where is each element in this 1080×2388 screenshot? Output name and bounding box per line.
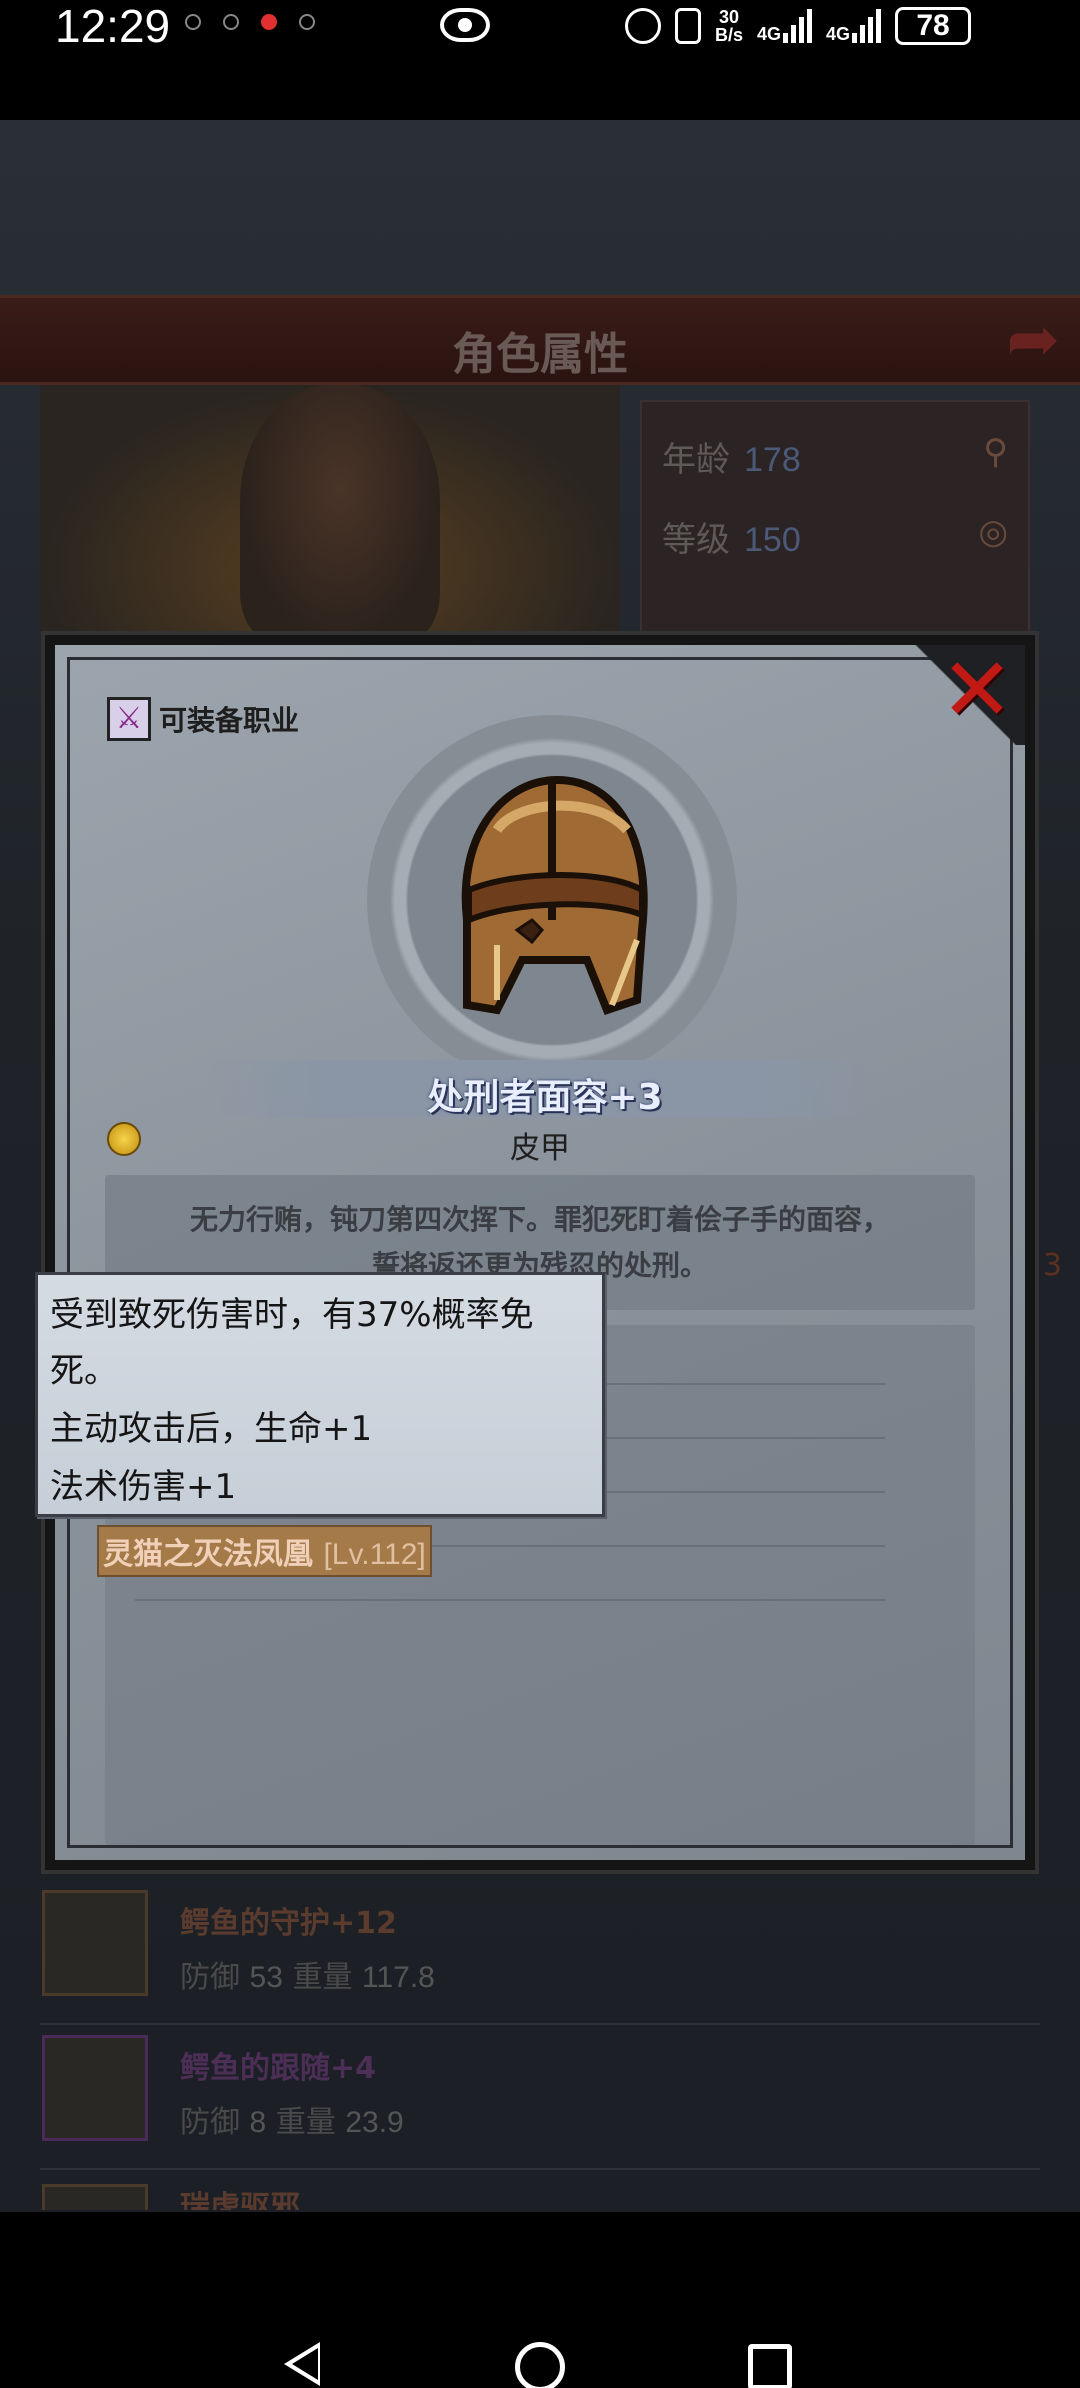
level-stat: 等级 150 bbox=[662, 512, 801, 561]
set-name-link[interactable]: 灵猫之灭法凤凰 [Lv.112] bbox=[97, 1525, 432, 1577]
status-time: 12:29 bbox=[55, 0, 171, 52]
alarm-icon bbox=[625, 8, 661, 44]
level-label: 等级 bbox=[662, 520, 730, 560]
net-speed-unit: B/s bbox=[715, 25, 744, 45]
defense-value: 8 bbox=[249, 2106, 267, 2139]
tooltip-line: 主动攻击后，生命+1 bbox=[50, 1409, 373, 1449]
item-name-bar: 处刑者面容+3 bbox=[205, 1060, 885, 1118]
header-bar: 角色属性 ➦ bbox=[0, 295, 1080, 385]
age-stat: 年龄 178 bbox=[662, 432, 801, 481]
eye-icon bbox=[440, 8, 490, 42]
notification-dot-icon bbox=[185, 14, 201, 30]
age-value: 178 bbox=[744, 441, 801, 479]
status-right: 30 B/s 4G 4G 78 bbox=[625, 0, 972, 52]
page-title: 角色属性 bbox=[452, 329, 628, 380]
back-icon[interactable] bbox=[284, 2342, 320, 2386]
notification-dot-icon bbox=[299, 14, 315, 30]
gender-icon: ⚲ bbox=[983, 432, 1008, 472]
notification-dot-icon bbox=[223, 14, 239, 30]
recent-apps-icon[interactable] bbox=[748, 2344, 792, 2388]
tooltip-line: 受到致死伤害时，有37%概率免 bbox=[50, 1295, 534, 1335]
item-type: 皮甲 bbox=[510, 1131, 570, 1166]
ring-icon: ◎ bbox=[978, 512, 1008, 552]
defense-value: 53 bbox=[249, 1961, 283, 1994]
notification-red-dot-icon bbox=[261, 14, 277, 30]
status-bar: 12:29 30 B/s 4G 4G 78 bbox=[0, 0, 1080, 120]
net-type-label: 4G bbox=[757, 24, 782, 44]
character-stats-panel: 年龄 178 ⚲ 等级 150 ◎ bbox=[640, 400, 1030, 640]
tooltip-line: 法术伤害+1 bbox=[50, 1467, 237, 1507]
equippable-class-button[interactable]: ⚔ 可装备职业 bbox=[107, 697, 299, 741]
equipment-item[interactable]: 鳄鱼的跟随+4 防御 8 重量 23.9 bbox=[30, 2025, 1050, 2170]
battery-icon: 78 bbox=[895, 7, 972, 45]
weight-value: 117.8 bbox=[362, 1961, 435, 1994]
back-arrow-icon[interactable]: ➦ bbox=[1006, 308, 1060, 372]
class-label: 可装备职业 bbox=[159, 704, 300, 737]
net-type-label: 4G bbox=[826, 24, 851, 44]
signal-icon bbox=[783, 9, 813, 43]
weight-label: 重量 bbox=[275, 2105, 336, 2140]
defense-label: 防御 bbox=[180, 1960, 240, 1995]
weight-label: 重量 bbox=[292, 1960, 353, 1995]
age-label: 年龄 bbox=[662, 440, 730, 480]
equipment-thumbnail bbox=[42, 1890, 148, 1996]
defense-label: 防御 bbox=[180, 2105, 240, 2140]
character-avatar bbox=[240, 385, 440, 645]
signal-2: 4G bbox=[826, 9, 882, 44]
equipment-thumbnail bbox=[42, 2035, 148, 2141]
equipment-item[interactable]: 鳄鱼的守护+12 防御 53 重量 117.8 bbox=[30, 1880, 1050, 2025]
side-number: 3 bbox=[1042, 1248, 1062, 1283]
effect-tooltip: 受到致死伤害时，有37%概率免 死。 主动攻击后，生命+1 法术伤害+1 bbox=[35, 1272, 605, 1517]
item-detail-modal: ✕ ⚔ 可装备职业 处刑者面容+3 皮甲 无力行贿，钝刀第四次挥下。罪犯死盯着侩… bbox=[45, 635, 1035, 1870]
home-icon[interactable] bbox=[515, 2342, 565, 2388]
equipment-list: 鳄鱼的守护+12 防御 53 重量 117.8 鳄鱼的跟随+4 防御 8 重量 … bbox=[30, 1880, 1050, 2210]
equipment-item[interactable]: 瑞虎驱邪 bbox=[30, 2170, 1050, 2210]
tooltip-line: 死。 bbox=[50, 1351, 118, 1391]
helmet-icon bbox=[437, 770, 667, 1020]
navigation-bar bbox=[0, 2212, 1080, 2388]
equipment-name: 鳄鱼的跟随+4 bbox=[180, 2051, 377, 2086]
signal-icon bbox=[852, 9, 882, 43]
item-icon-frame bbox=[367, 715, 737, 1085]
set-name: 灵猫之灭法凤凰 bbox=[103, 1537, 313, 1572]
vibrate-icon bbox=[675, 8, 701, 44]
equipment-name: 瑞虎驱邪 bbox=[180, 2190, 300, 2210]
level-value: 150 bbox=[744, 521, 801, 559]
description-line: 无力行贿，钝刀第四次挥下。罪犯死盯着侩子手的面容， bbox=[189, 1203, 890, 1236]
divider bbox=[135, 1599, 885, 1601]
item-name: 处刑者面容+3 bbox=[427, 1077, 663, 1118]
equipment-stats: 防御 53 重量 117.8 bbox=[180, 1952, 435, 1996]
equipment-name: 鳄鱼的守护+12 bbox=[180, 1906, 397, 1941]
net-speed-value: 30 bbox=[718, 7, 740, 27]
weight-value: 23.9 bbox=[345, 2106, 404, 2139]
equipment-thumbnail bbox=[42, 2184, 148, 2210]
class-icon: ⚔ bbox=[107, 697, 151, 741]
net-speed: 30 B/s bbox=[715, 8, 743, 44]
signal-1: 4G bbox=[757, 9, 813, 44]
notification-icons bbox=[185, 14, 315, 30]
set-level: [Lv.112] bbox=[323, 1538, 426, 1571]
equipment-stats: 防御 8 重量 23.9 bbox=[180, 2097, 404, 2141]
character-portrait bbox=[40, 385, 620, 645]
close-button[interactable]: ✕ bbox=[937, 646, 1017, 734]
